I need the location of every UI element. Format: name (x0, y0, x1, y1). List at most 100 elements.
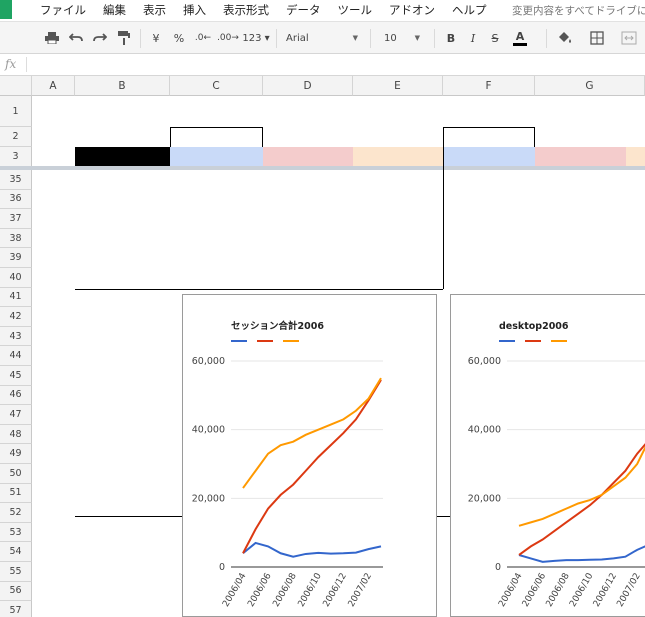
row-header-56[interactable]: 56 (0, 581, 32, 602)
redo-icon[interactable] (90, 28, 110, 48)
month-cell[interactable] (75, 307, 170, 327)
data-cell[interactable] (443, 190, 535, 210)
column-header-B[interactable]: B (75, 76, 170, 96)
row-header-53[interactable]: 53 (0, 522, 32, 543)
data-cell[interactable] (353, 248, 443, 268)
menu-item[interactable]: ヘルプ (452, 2, 487, 18)
row-header-51[interactable]: 51 (0, 483, 32, 504)
row-header-46[interactable]: 46 (0, 385, 32, 406)
row-header-1[interactable]: 1 (0, 96, 32, 127)
month-cell[interactable] (75, 346, 170, 366)
paint-format-icon[interactable] (114, 28, 134, 48)
data-cell[interactable] (170, 229, 263, 249)
group-label-sessions[interactable] (170, 127, 263, 147)
data-cell[interactable] (263, 209, 353, 229)
line-chart[interactable]: セッション合計2006 0 20,000 40,000 60,000 2006/04 200… (182, 294, 437, 617)
header-d[interactable] (263, 147, 353, 166)
data-cell[interactable] (353, 190, 443, 210)
column-header-E[interactable]: E (353, 76, 443, 96)
row-header-57[interactable]: 57 (0, 601, 32, 617)
data-cell[interactable] (75, 268, 170, 288)
row-header-2[interactable]: 2 (0, 127, 32, 147)
data-cell[interactable] (75, 209, 170, 229)
strikethrough-button[interactable]: S (486, 28, 504, 48)
menu-item[interactable]: アドオン (389, 2, 435, 18)
header-c[interactable] (170, 147, 263, 166)
data-cell[interactable] (443, 268, 535, 288)
month-cell[interactable] (75, 523, 170, 543)
column-header-F[interactable]: F (443, 76, 535, 96)
row-header-36[interactable]: 36 (0, 189, 32, 210)
row-header-37[interactable]: 37 (0, 209, 32, 229)
row-header-42[interactable]: 42 (0, 307, 32, 327)
data-cell[interactable] (535, 209, 626, 229)
data-cell[interactable] (170, 170, 263, 190)
month-cell[interactable] (75, 464, 170, 484)
data-cell[interactable] (535, 248, 626, 268)
formula-input[interactable] (32, 57, 632, 73)
row-header-41[interactable]: 41 (0, 287, 32, 308)
data-cell[interactable] (443, 229, 535, 249)
menu-item[interactable]: 編集 (103, 2, 126, 18)
column-header-D[interactable]: D (263, 76, 353, 96)
data-cell[interactable] (263, 229, 353, 249)
header-g[interactable] (535, 147, 626, 166)
data-cell[interactable] (170, 209, 263, 229)
print-icon[interactable] (42, 28, 62, 48)
data-cell[interactable] (75, 170, 170, 190)
percent-button[interactable]: % (170, 28, 188, 48)
month-cell[interactable] (75, 542, 170, 562)
bold-button[interactable]: B (442, 28, 460, 48)
month-cell[interactable] (75, 503, 170, 523)
row-header-55[interactable]: 55 (0, 562, 32, 582)
menu-item[interactable]: 挿入 (183, 2, 206, 18)
month-cell[interactable] (75, 327, 170, 347)
month-cell[interactable] (75, 484, 170, 504)
data-cell[interactable] (443, 170, 535, 190)
row-header-50[interactable]: 50 (0, 464, 32, 484)
header-f[interactable] (443, 147, 535, 166)
month-cell[interactable] (75, 366, 170, 386)
row-header-47[interactable]: 47 (0, 405, 32, 425)
undo-icon[interactable] (66, 28, 86, 48)
data-cell[interactable] (263, 268, 353, 288)
month-cell[interactable] (75, 582, 170, 602)
column-header-G[interactable]: G (535, 76, 645, 96)
data-cell[interactable] (443, 248, 535, 268)
month-cell[interactable] (75, 425, 170, 445)
font-size-dropdown[interactable]: 10 ▼ (378, 28, 426, 48)
month-cell[interactable] (75, 288, 170, 308)
row-header-49[interactable]: 49 (0, 444, 32, 464)
column-header-C[interactable]: C (170, 76, 263, 96)
data-cell[interactable] (263, 248, 353, 268)
menu-item[interactable]: 表示 (143, 2, 166, 18)
data-cell[interactable] (75, 190, 170, 210)
row-header-40[interactable]: 40 (0, 268, 32, 288)
data-cell[interactable] (535, 229, 626, 249)
menu-item[interactable]: ツール (338, 2, 373, 18)
data-cell[interactable] (75, 248, 170, 268)
row-header-39[interactable]: 39 (0, 248, 32, 268)
merge-cells-icon[interactable] (618, 28, 640, 48)
row-header-45[interactable]: 45 (0, 366, 32, 386)
menu-item[interactable]: データ (286, 2, 321, 18)
data-cell[interactable] (353, 229, 443, 249)
number-format-dropdown[interactable]: 123 ▾ (240, 28, 272, 48)
currency-button[interactable]: ¥ (148, 28, 164, 48)
borders-icon[interactable] (586, 28, 608, 48)
group-label-desktop[interactable] (443, 127, 535, 147)
data-cell[interactable] (535, 268, 626, 288)
data-cell[interactable] (535, 170, 626, 190)
row-header-35[interactable]: 35 (0, 170, 32, 190)
data-cell[interactable] (535, 190, 626, 210)
month-cell[interactable] (75, 562, 170, 582)
header-h[interactable] (626, 147, 645, 166)
month-cell[interactable] (75, 386, 170, 406)
row-header-44[interactable]: 44 (0, 346, 32, 366)
month-cell[interactable] (75, 601, 170, 617)
data-cell[interactable] (263, 190, 353, 210)
header-e[interactable] (353, 147, 443, 166)
text-color-button[interactable]: A (508, 28, 532, 48)
row-header-3[interactable]: 3 (0, 147, 32, 167)
row-header-43[interactable]: 43 (0, 326, 32, 347)
